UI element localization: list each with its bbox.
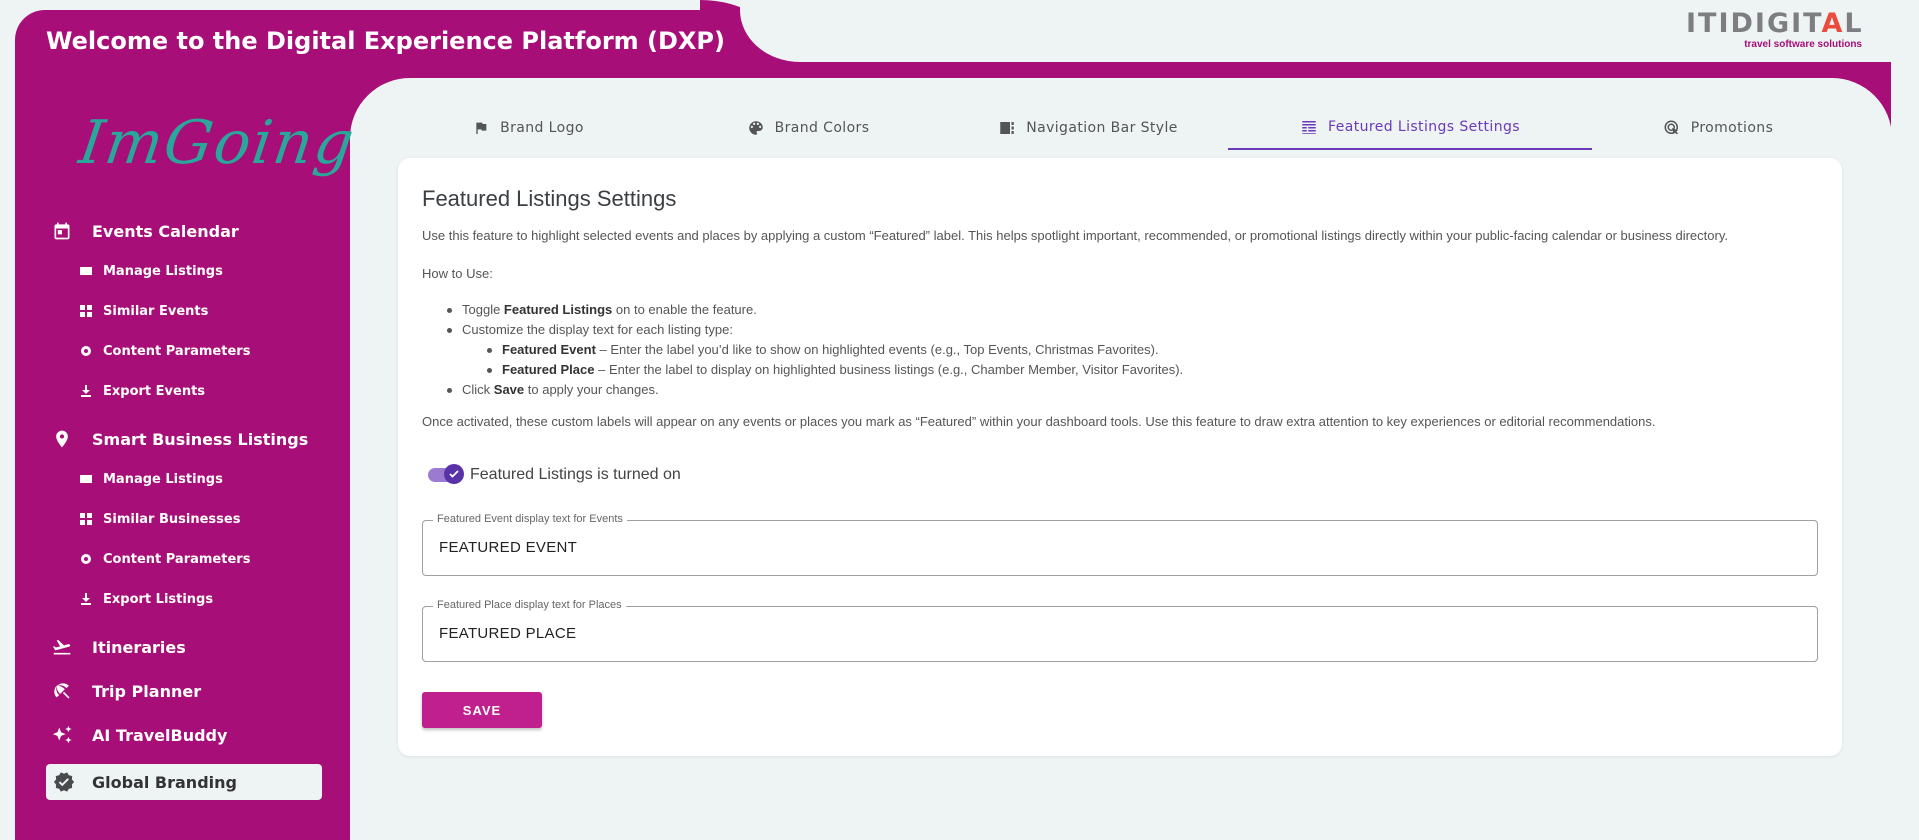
field-value: FEATURED EVENT	[439, 539, 578, 556]
sidebar-item-label: Trip Planner	[92, 681, 202, 701]
sidebar-item-global-branding[interactable]: Global Branding	[46, 764, 322, 800]
grid-icon	[80, 513, 92, 525]
imgoing-logo: ImGoing	[75, 108, 360, 178]
gear-icon	[80, 553, 92, 565]
settings-card: Featured Listings Settings Use this feat…	[398, 158, 1842, 756]
list-item: Click Save to apply your changes.	[446, 380, 1183, 400]
map-pin-icon	[50, 427, 74, 451]
tab-navigation-bar-style[interactable]: Navigation Bar Style	[958, 106, 1218, 150]
sidebar-item-label: Itineraries	[92, 637, 186, 657]
sidebar-item-label: Similar Events	[103, 303, 209, 319]
sidebar-item-label: Content Parameters	[103, 343, 251, 359]
tab-label: Brand Logo	[500, 120, 584, 136]
field-label: Featured Event display text for Events	[433, 513, 627, 525]
sidebar-item-manage-listings[interactable]: Manage Listings	[80, 258, 223, 284]
sidebar-item-label: Events Calendar	[92, 221, 239, 241]
sidebar-item-similar-events[interactable]: Similar Events	[80, 298, 208, 324]
field-label: Featured Place display text for Places	[433, 599, 626, 611]
sidebar-item-trip-planner[interactable]: Trip Planner	[46, 675, 201, 707]
toggle-label: Featured Listings is turned on	[470, 466, 681, 483]
tab-label: Promotions	[1690, 120, 1774, 136]
grid-icon	[80, 305, 92, 317]
sidebar-item-ai-travelbuddy[interactable]: AI TravelBuddy	[46, 719, 227, 751]
check-icon	[444, 464, 464, 484]
list-icon	[80, 473, 92, 485]
sparkle-icon	[50, 723, 74, 747]
sidebar-item-label: Export Listings	[103, 591, 214, 607]
sidebar-item-smart-business-listings[interactable]: Smart Business Listings	[46, 423, 308, 455]
logo-tagline: travel software solutions	[1744, 39, 1862, 50]
sidebar-item-label: Content Parameters	[103, 551, 251, 567]
list-icon	[80, 265, 92, 277]
tab-featured-listings-settings[interactable]: Featured Listings Settings	[1228, 106, 1592, 150]
list-item: Toggle Featured Listings on to enable th…	[446, 300, 1183, 320]
sidebar-item-similar-businesses[interactable]: Similar Businesses	[80, 506, 240, 532]
verified-badge-icon	[52, 770, 76, 794]
sidebar-item-label: AI TravelBuddy	[92, 725, 228, 745]
sidebar-item-label: Manage Listings	[103, 263, 223, 279]
sidebar-item-itineraries[interactable]: Itineraries	[46, 631, 186, 663]
featured-listings-toggle-row: Featured Listings is turned on	[428, 464, 681, 484]
save-button[interactable]: SAVE	[422, 692, 542, 728]
sidebar-item-label: Similar Businesses	[103, 511, 241, 527]
calendar-icon	[50, 219, 74, 243]
sidebar-item-label: Global Branding	[92, 772, 237, 792]
airplane-icon	[50, 635, 74, 659]
sidebar-item-export-events[interactable]: Export Events	[80, 378, 205, 404]
list-item: Featured Place – Enter the label to disp…	[486, 360, 1183, 380]
featured-event-field[interactable]: Featured Event display text for Events F…	[422, 513, 1818, 576]
tab-promotions[interactable]: Promotions	[1598, 106, 1838, 150]
tab-label: Featured Listings Settings	[1328, 119, 1520, 135]
page-title: Welcome to the Digital Experience Platfo…	[46, 27, 725, 55]
tab-bar: Brand Logo Brand Colors Navigation Bar S…	[398, 106, 1838, 150]
navbar-icon	[998, 119, 1016, 137]
howto-list: Toggle Featured Listings on to enable th…	[446, 300, 1183, 400]
sidebar-item-label: Manage Listings	[103, 471, 223, 487]
sidebar-item-content-parameters[interactable]: Content Parameters	[80, 338, 250, 364]
featured-listings-toggle[interactable]	[428, 464, 464, 484]
tab-label: Navigation Bar Style	[1026, 120, 1178, 136]
tab-brand-colors[interactable]: Brand Colors	[678, 106, 938, 150]
download-icon	[80, 385, 92, 397]
description-text: Use this feature to highlight selected e…	[422, 228, 1728, 243]
flag-icon	[472, 119, 490, 137]
tab-label: Brand Colors	[774, 120, 870, 136]
sidebar-item-label: Export Events	[103, 383, 206, 399]
promo-icon	[1663, 119, 1681, 137]
field-value: FEATURED PLACE	[439, 625, 577, 642]
sidebar-item-manage-listings-2[interactable]: Manage Listings	[80, 466, 223, 492]
gear-icon	[80, 345, 92, 357]
section-heading: Featured Listings Settings	[422, 186, 677, 211]
tab-brand-logo[interactable]: Brand Logo	[398, 106, 658, 150]
howto-label: How to Use:	[422, 266, 493, 281]
featured-list-icon	[1300, 118, 1318, 136]
sidebar-item-content-parameters-2[interactable]: Content Parameters	[80, 546, 250, 572]
sidebar-item-export-listings[interactable]: Export Listings	[80, 586, 213, 612]
list-item: Featured Event – Enter the label you’d l…	[486, 340, 1183, 360]
beach-icon	[50, 679, 74, 703]
after-text: Once activated, these custom labels will…	[422, 414, 1656, 429]
download-icon	[80, 593, 92, 605]
list-item: Customize the display text for each list…	[446, 320, 1183, 340]
sidebar-item-label: Smart Business Listings	[92, 429, 309, 449]
company-logo: ITIDIGITAL travel software solutions	[1686, 8, 1864, 51]
palette-icon	[747, 119, 765, 137]
featured-place-field[interactable]: Featured Place display text for Places F…	[422, 599, 1818, 662]
sidebar-item-events-calendar[interactable]: Events Calendar	[46, 215, 239, 247]
